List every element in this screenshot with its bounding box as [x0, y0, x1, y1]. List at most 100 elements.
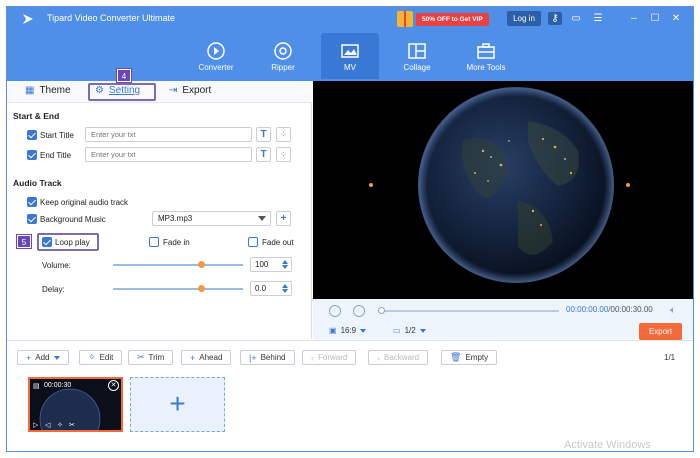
tab-theme[interactable]: ▦ Theme [25, 85, 71, 96]
stop-icon[interactable] [353, 305, 365, 317]
menu-icon[interactable]: ☰ [591, 12, 605, 25]
behind-button[interactable]: |+ Behind [240, 350, 295, 365]
remove-clip-icon[interactable]: ✕ [108, 380, 119, 391]
edit-button[interactable]: ✧ Edit [79, 350, 123, 365]
export-button[interactable]: Export [639, 323, 682, 340]
stepper-down-icon[interactable] [282, 289, 288, 293]
delay-value: 0.0 [255, 284, 267, 293]
minimize-icon[interactable]: – [627, 12, 641, 25]
end-title-text-button[interactable]: T [256, 147, 271, 162]
end-title-input[interactable] [85, 147, 252, 162]
login-button[interactable]: Log in [507, 11, 541, 26]
export-icon: ⇥ [169, 85, 178, 96]
forward-button[interactable]: ‹ Forward [302, 350, 357, 365]
forward-label: Forward [318, 353, 348, 362]
tab-export[interactable]: ⇥ Export [169, 85, 211, 96]
panel-tabs: ▦ Theme ⚙ Setting ⇥ Export [7, 81, 312, 103]
activate-windows-watermark: Activate Windows [564, 439, 651, 451]
start-title-checkbox[interactable] [27, 130, 37, 140]
delay-input[interactable]: 0.0 [250, 281, 292, 296]
tab-ripper[interactable]: Ripper [254, 33, 312, 79]
app-title: Tipard Video Converter Ultimate [47, 13, 176, 23]
close-icon[interactable]: ✕ [669, 12, 683, 25]
trim-button[interactable]: ✂ Trim [128, 350, 174, 365]
volume-input[interactable]: 100 [250, 257, 292, 272]
tab-converter[interactable]: Converter [187, 33, 245, 79]
clip-scissors-icon[interactable]: ✂ [69, 421, 75, 429]
key-icon[interactable]: ⚷ [548, 12, 562, 25]
end-title-grid-icon[interactable]: ⁘ [276, 147, 291, 162]
empty-button[interactable]: 🗑︎ Empty [441, 350, 498, 365]
tab-mv[interactable]: MV [321, 33, 379, 79]
converter-icon [207, 42, 225, 60]
progress-track[interactable] [383, 310, 559, 312]
stepper-up-icon[interactable] [282, 284, 288, 288]
ahead-button[interactable]: + Ahead [181, 350, 232, 365]
volume-value: 100 [255, 260, 269, 269]
add-clip-button[interactable]: + [130, 377, 225, 432]
add-music-button[interactable]: + [276, 211, 291, 226]
audio-track-heading: Audio Track [13, 178, 62, 188]
loop-play-checkbox[interactable] [42, 237, 52, 247]
background-music-checkbox[interactable] [27, 214, 37, 224]
plus-bar-icon: |+ [249, 352, 257, 363]
add-button[interactable]: + Add [17, 350, 69, 365]
aspect-ratio-icon: ▣ [329, 326, 337, 335]
tab-more-tools-label: More Tools [466, 63, 506, 72]
monitor-icon: ▭ [393, 326, 401, 335]
step-callout-4: 4 [117, 69, 131, 82]
backward-button[interactable]: › Backward [368, 350, 429, 365]
fade-out-checkbox[interactable] [248, 237, 258, 247]
delay-slider[interactable] [113, 288, 243, 290]
speaker-icon[interactable]: 🔈︎ [670, 305, 676, 316]
keep-original-checkbox[interactable] [27, 197, 37, 207]
progress-knob[interactable] [378, 307, 385, 314]
chat-icon[interactable]: ▭ [569, 12, 583, 25]
app-window: Tipard Video Converter Ultimate 50% OFF … [6, 6, 694, 452]
backward-label: Backward [384, 353, 420, 362]
empty-label: Empty [465, 353, 489, 362]
play-icon[interactable] [329, 305, 341, 317]
orange-dot-right [626, 183, 630, 187]
delay-slider-knob[interactable] [198, 285, 206, 292]
stepper-up-icon[interactable] [282, 260, 288, 264]
start-title-text-button[interactable]: T [256, 127, 271, 142]
fade-in-checkbox[interactable] [149, 237, 159, 247]
volume-slider[interactable] [113, 264, 243, 266]
volume-slider-knob[interactable] [198, 261, 206, 268]
playback-controls: 00:00:00.00/00:00:30.00 🔈︎ ▣ 16:9 ▭ 1/2 … [313, 299, 693, 340]
clip-duration: 00:00:30 [44, 382, 72, 389]
vip-promo[interactable]: 50% OFF to Get VIP [397, 11, 489, 27]
collage-icon [408, 43, 426, 59]
setting-highlight-box [88, 83, 156, 101]
timeline-clip[interactable]: ▤ 00:00:30 ✕ ▷ ◁ ✧ ✂ [28, 377, 123, 432]
end-title-checkbox[interactable] [27, 150, 37, 160]
step-callout-5: 5 [17, 235, 31, 248]
start-title-input[interactable] [85, 127, 252, 142]
fade-in-label: Fade in [163, 238, 190, 247]
main-toolbar: Converter Ripper MV Collage More Tools [7, 31, 693, 81]
maximize-icon[interactable]: ☐ [648, 12, 662, 25]
screen-value: 1/2 [404, 326, 416, 335]
clip-play-icon[interactable]: ▷ [33, 421, 38, 429]
settings-panel: ▦ Theme ⚙ Setting ⇥ Export 4 Start & End… [7, 69, 312, 339]
tab-more-tools[interactable]: More Tools [457, 33, 515, 79]
start-title-grid-icon[interactable]: ⁘ [276, 127, 291, 142]
aspect-ratio-value: 16:9 [340, 326, 357, 335]
trim-label: Trim [148, 353, 165, 362]
fade-out-label: Fade out [262, 238, 294, 247]
disc-icon [274, 42, 292, 60]
aspect-ratio-select[interactable]: ▣ 16:9 [329, 326, 367, 335]
tab-collage[interactable]: Collage [388, 33, 446, 79]
stepper-down-icon[interactable] [282, 265, 288, 269]
music-file-select[interactable]: MP3.mp3 [152, 211, 271, 226]
clip-effect-icon[interactable]: ✧ [57, 421, 63, 429]
delay-label: Delay: [42, 285, 65, 294]
loop-play-label: Loop play [55, 238, 90, 247]
grid-icon: ▦ [25, 85, 35, 96]
screen-select[interactable]: ▭ 1/2 [393, 326, 426, 335]
time-readout: 00:00:00.00/00:00:30.00 [566, 305, 653, 314]
app-logo-icon [23, 14, 33, 24]
clip-volume-icon[interactable]: ◁ [45, 421, 50, 429]
tab-ripper-label: Ripper [271, 63, 295, 72]
